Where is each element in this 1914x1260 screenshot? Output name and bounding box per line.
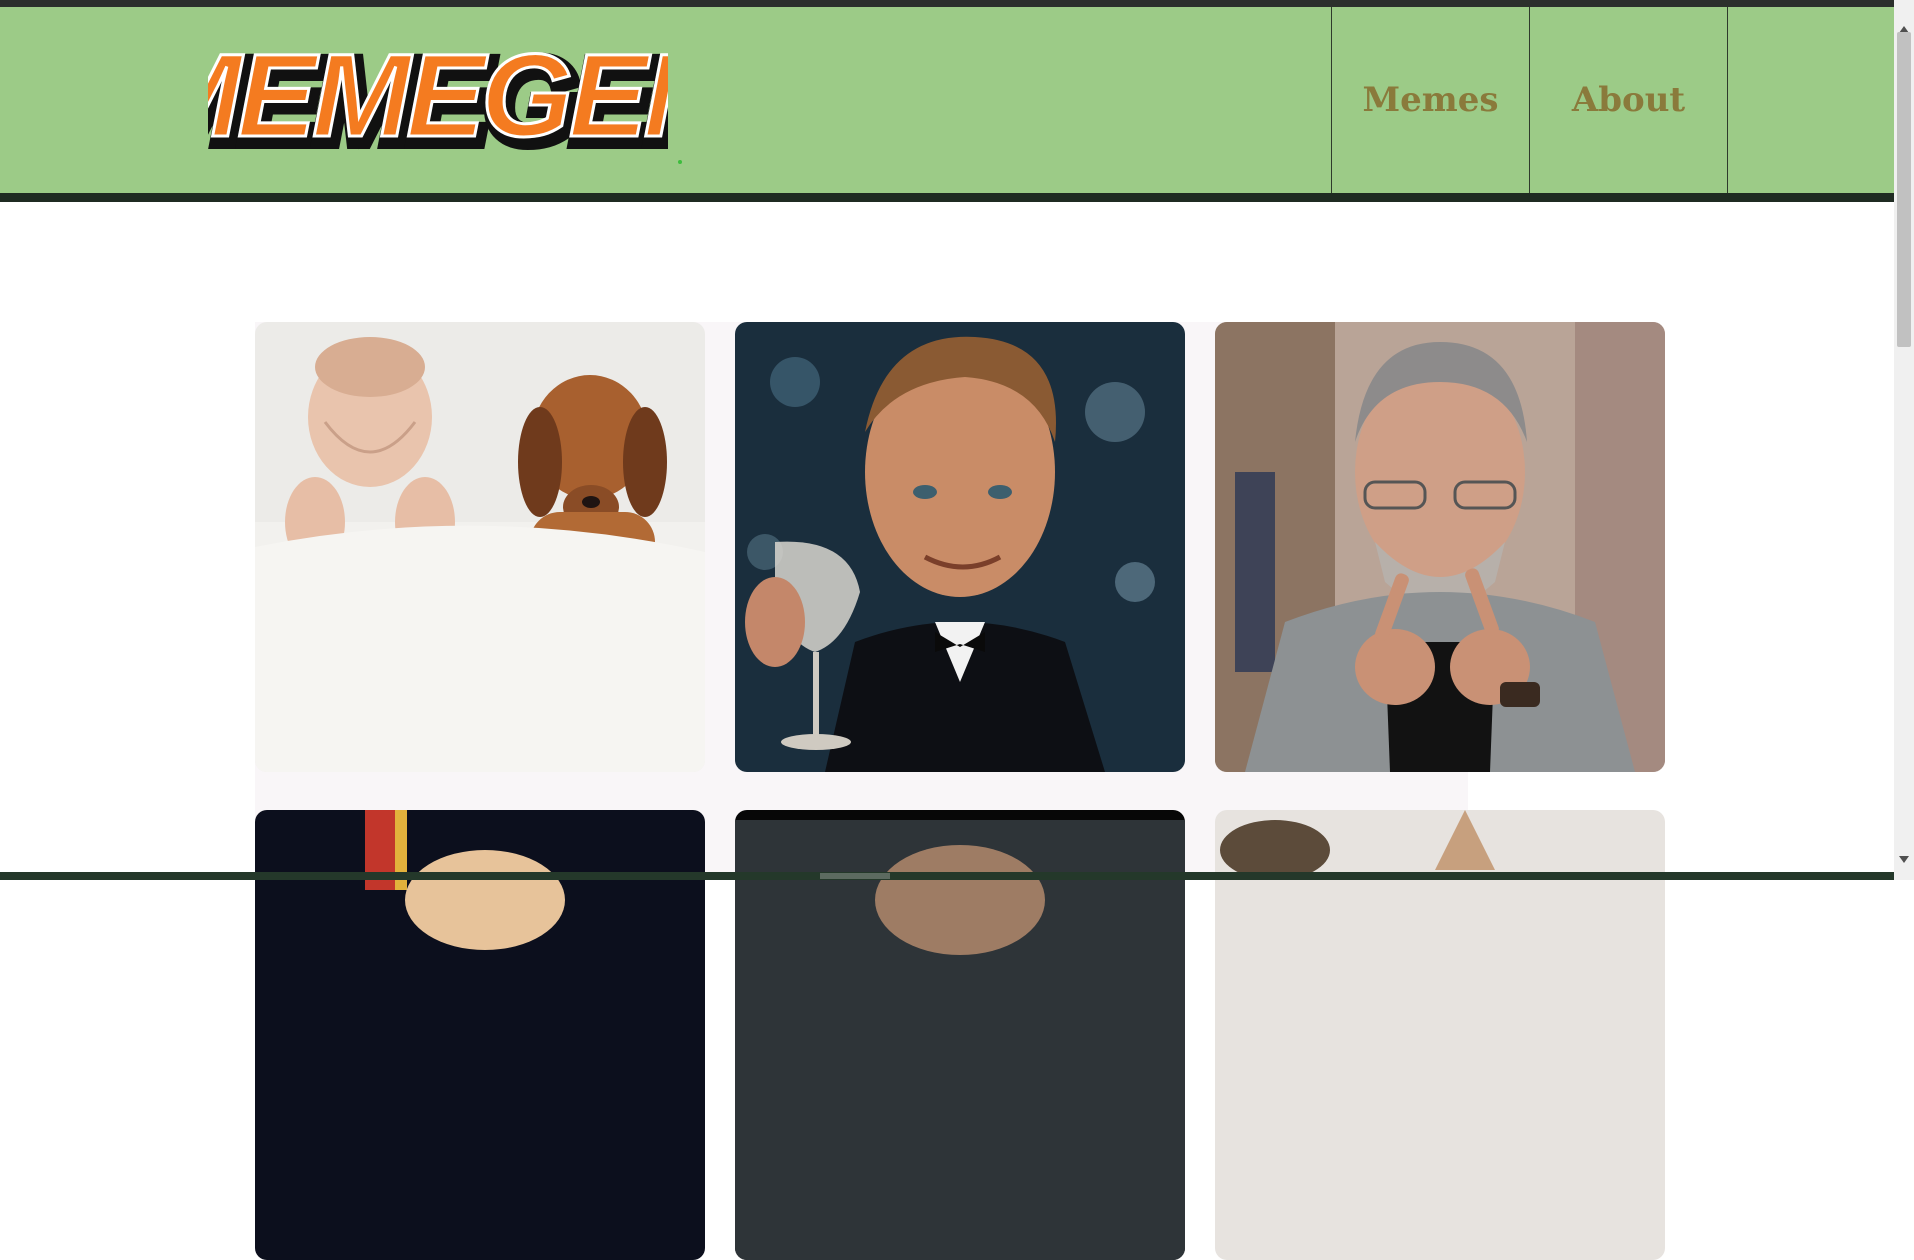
logo-text: MEMEGEN bbox=[208, 37, 668, 162]
logo-graphic: MEMEGEN MEMEGEN bbox=[208, 37, 668, 167]
nav-about-link[interactable]: About bbox=[1529, 7, 1728, 193]
toast-image bbox=[735, 322, 1185, 772]
vertical-scrollbar[interactable] bbox=[1894, 0, 1914, 880]
decorative-dot bbox=[678, 160, 682, 164]
meme-card-baby-puppy[interactable] bbox=[255, 322, 705, 772]
window-top-edge bbox=[0, 0, 1914, 7]
meme-card-toast[interactable] bbox=[735, 322, 1185, 772]
site-header: MEMEGEN MEMEGEN Memes About bbox=[0, 7, 1894, 202]
baby-puppy-image bbox=[255, 322, 705, 772]
horizontal-scroll-indicator[interactable] bbox=[820, 873, 890, 879]
meme-card-pointing[interactable] bbox=[1215, 322, 1665, 772]
scroll-thumb[interactable] bbox=[1897, 32, 1911, 347]
scroll-down-arrow-icon[interactable] bbox=[1899, 856, 1909, 863]
main-nav: Memes About bbox=[1331, 7, 1728, 193]
pointing-man-image bbox=[1215, 322, 1665, 772]
window-bottom-bar bbox=[0, 872, 1894, 880]
memegen-logo[interactable]: MEMEGEN MEMEGEN bbox=[208, 37, 668, 167]
nav-memes-link[interactable]: Memes bbox=[1331, 7, 1529, 193]
